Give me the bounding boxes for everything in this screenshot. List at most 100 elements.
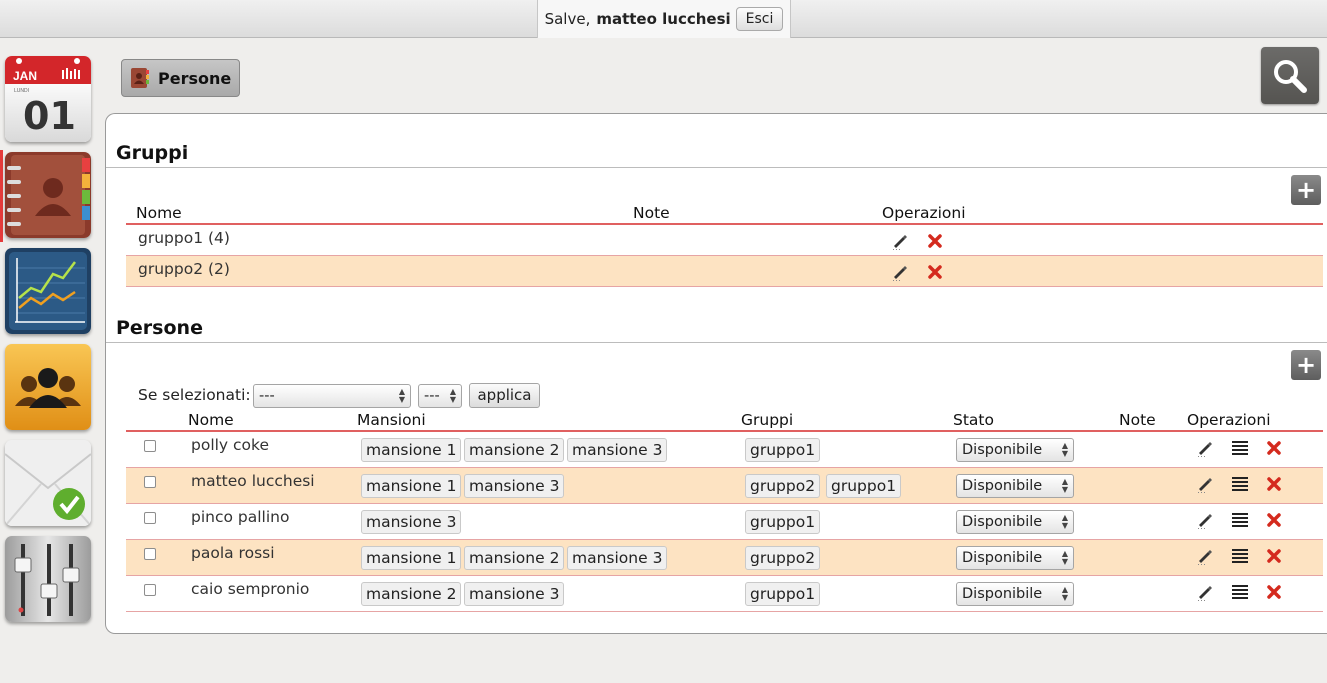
delete-icon[interactable] xyxy=(926,263,944,281)
gruppi-col-note: Note xyxy=(633,204,670,222)
persone-title: Persone xyxy=(116,317,203,339)
stato-select[interactable]: Disponibile ▲ ▼ xyxy=(956,546,1074,570)
persona-name: caio sempronio xyxy=(191,580,310,598)
gruppo-tag: gruppo1 xyxy=(745,582,821,606)
delete-icon[interactable] xyxy=(926,232,944,250)
persone-row: caio sempronio mansione 2 mansione 3 gruppo… xyxy=(126,576,1323,612)
address-book-icon xyxy=(5,152,91,238)
edit-icon[interactable] xyxy=(1196,511,1214,529)
search-icon xyxy=(1274,59,1307,93)
gruppo-name: gruppo1 (4) xyxy=(138,229,230,247)
calendar-month: JAN xyxy=(13,69,37,83)
greeting-prefix: Salve, xyxy=(544,10,591,28)
sidebar-item-messages[interactable] xyxy=(5,440,91,526)
mansione-tag: mansione 3 xyxy=(567,546,668,570)
details-list-icon[interactable] xyxy=(1231,439,1249,457)
persone-col-gruppi: Gruppi xyxy=(741,411,794,429)
persone-col-stato: Stato xyxy=(953,411,994,429)
persone-row: paola rossi mansione 1 mansione 2 mansione … xyxy=(126,540,1323,576)
delete-icon[interactable] xyxy=(1265,439,1283,457)
stato-value: Disponibile xyxy=(962,478,1043,494)
details-list-icon[interactable] xyxy=(1231,475,1249,493)
gruppo-tag: gruppo1 xyxy=(745,510,821,534)
mansione-tag: mansione 2 xyxy=(464,546,565,570)
stato-select[interactable]: Disponibile ▲ ▼ xyxy=(956,582,1074,606)
add-gruppo-button[interactable]: + xyxy=(1291,175,1321,205)
gruppo-name: gruppo2 (2) xyxy=(138,260,230,278)
persone-col-mansioni: Mansioni xyxy=(357,411,426,429)
gruppi-divider xyxy=(106,167,1327,168)
select-arrows-icon: ▲ ▼ xyxy=(1061,513,1068,530)
calendar-icon: JAN LUNDI 01 xyxy=(5,56,91,142)
mansione-tag: mansione 2 xyxy=(464,438,565,462)
persona-name: polly coke xyxy=(191,436,269,454)
delete-icon[interactable] xyxy=(1265,511,1283,529)
address-book-icon xyxy=(131,68,149,88)
edit-icon[interactable] xyxy=(1196,583,1214,601)
persone-col-note: Note xyxy=(1119,411,1156,429)
select-arrows-icon: ▲ ▼ xyxy=(449,387,456,404)
bulk-action-select[interactable]: --- ▲ ▼ xyxy=(253,384,411,408)
select-arrows-icon: ▲ ▼ xyxy=(1061,549,1068,566)
bulk-target-select[interactable]: --- ▲ ▼ xyxy=(418,384,462,408)
active-app-marker xyxy=(0,150,3,242)
search-button[interactable] xyxy=(1261,47,1319,104)
bulk-action-value: --- xyxy=(259,388,275,404)
details-list-icon[interactable] xyxy=(1231,547,1249,565)
mansione-tag: mansione 3 xyxy=(361,510,462,534)
sidebar-item-groups[interactable] xyxy=(5,344,91,430)
edit-icon[interactable] xyxy=(1196,475,1214,493)
details-list-icon[interactable] xyxy=(1231,583,1249,601)
select-arrows-icon: ▲ ▼ xyxy=(1061,441,1068,458)
stato-value: Disponibile xyxy=(962,442,1043,458)
details-list-icon[interactable] xyxy=(1231,511,1249,529)
gruppo-tag: gruppo1 xyxy=(826,474,902,498)
row-select-checkbox[interactable] xyxy=(144,440,156,452)
persone-divider xyxy=(106,342,1327,343)
row-select-checkbox[interactable] xyxy=(144,584,156,596)
sidebar-item-statistics[interactable] xyxy=(5,248,91,334)
persone-row: pinco pallino mansione 3 gruppo1 Disponibil… xyxy=(126,504,1323,540)
persona-name: pinco pallino xyxy=(191,508,290,526)
apply-button[interactable]: applica xyxy=(469,383,540,408)
sidebar-item-calendar[interactable]: JAN LUNDI 01 xyxy=(5,56,91,142)
delete-icon[interactable] xyxy=(1265,583,1283,601)
user-greeting: Salve, matteo lucchesi Esci xyxy=(537,0,791,38)
edit-icon[interactable] xyxy=(891,232,909,250)
delete-icon[interactable] xyxy=(1265,475,1283,493)
logout-button[interactable]: Esci xyxy=(735,7,784,31)
persone-col-operazioni: Operazioni xyxy=(1187,411,1271,429)
gruppi-row: gruppo2 (2) xyxy=(126,256,1323,287)
stato-select[interactable]: Disponibile ▲ ▼ xyxy=(956,438,1074,462)
mansione-tag: mansione 3 xyxy=(567,438,668,462)
sidebar-item-settings[interactable] xyxy=(5,536,91,622)
delete-icon[interactable] xyxy=(1265,547,1283,565)
gruppi-title: Gruppi xyxy=(116,142,189,164)
sidebar-item-contacts[interactable] xyxy=(5,152,91,238)
select-arrows-icon: ▲ ▼ xyxy=(398,387,405,404)
mansione-tag: mansione 3 xyxy=(464,582,565,606)
stato-select[interactable]: Disponibile ▲ ▼ xyxy=(956,474,1074,498)
stato-select[interactable]: Disponibile ▲ ▼ xyxy=(956,510,1074,534)
gruppo-tag: gruppo2 xyxy=(745,474,821,498)
stato-value: Disponibile xyxy=(962,550,1043,566)
edit-icon[interactable] xyxy=(1196,547,1214,565)
row-select-checkbox[interactable] xyxy=(144,548,156,560)
add-persona-button[interactable]: + xyxy=(1291,350,1321,380)
username: matteo lucchesi xyxy=(596,10,731,28)
top-bar: Salve, matteo lucchesi Esci xyxy=(0,0,1327,38)
plus-icon: + xyxy=(1295,351,1317,379)
bulk-target-value: --- xyxy=(424,388,440,404)
row-select-checkbox[interactable] xyxy=(144,476,156,488)
mansione-tag: mansione 1 xyxy=(361,474,462,498)
persone-section-button[interactable]: Persone xyxy=(121,59,240,97)
gruppi-row: gruppo1 (4) xyxy=(126,225,1323,256)
edit-icon[interactable] xyxy=(1196,439,1214,457)
people-icon xyxy=(5,344,91,430)
calendar-day: 01 xyxy=(23,94,76,138)
persone-section-label: Persone xyxy=(158,68,232,88)
edit-icon[interactable] xyxy=(891,263,909,281)
mansione-tag: mansione 2 xyxy=(361,582,462,606)
gruppi-col-nome: Nome xyxy=(136,204,182,222)
row-select-checkbox[interactable] xyxy=(144,512,156,524)
